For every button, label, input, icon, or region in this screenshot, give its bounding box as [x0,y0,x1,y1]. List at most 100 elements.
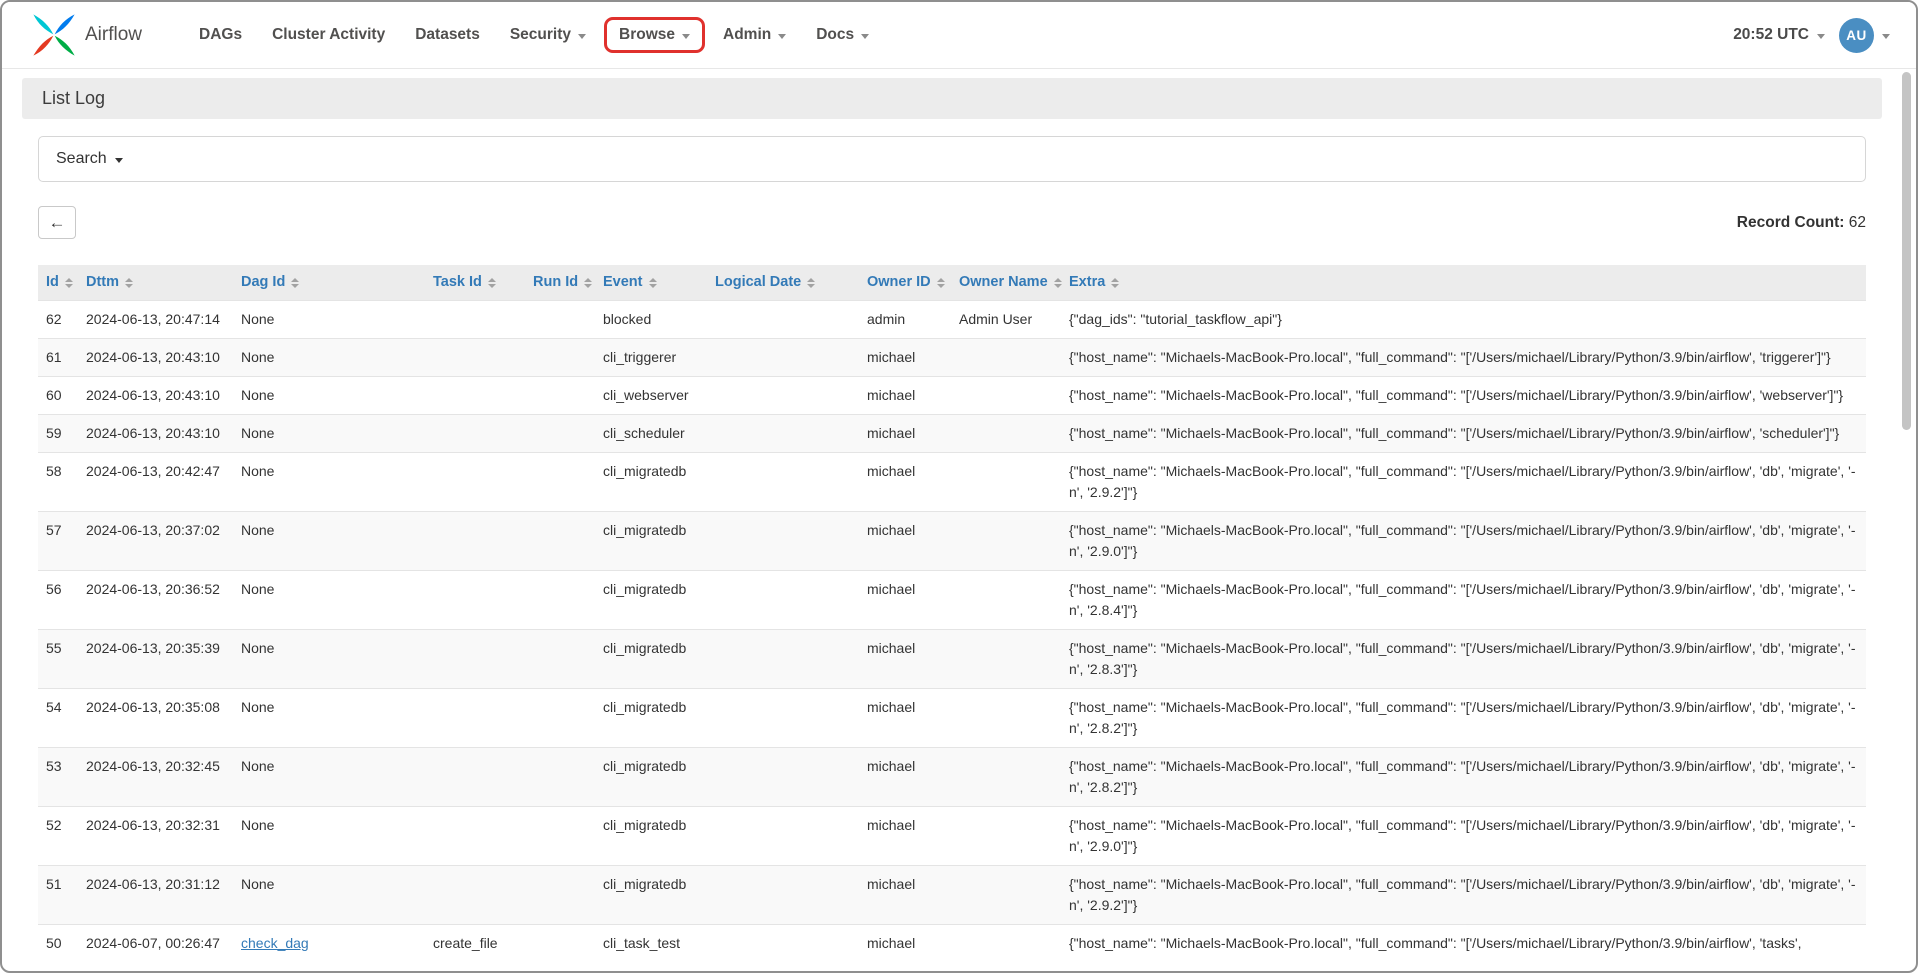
user-menu[interactable]: AU [1839,18,1890,53]
cell-extra: {"host_name": "Michaels-MacBook-Pro.loca… [1061,339,1866,377]
sort-icon[interactable] [1111,278,1119,288]
cell-run_id [525,339,595,377]
cell-dttm: 2024-06-13, 20:35:08 [78,689,233,748]
column-header-owner_name[interactable]: Owner Name [951,265,1061,301]
table-row: 592024-06-13, 20:43:10Nonecli_schedulerm… [38,415,1866,453]
table-row: 582024-06-13, 20:42:47Nonecli_migratedbm… [38,453,1866,512]
page-content: List Log Search ← Record Count: 62 [22,78,1882,962]
column-header-label: Logical Date [715,273,801,292]
cell-owner_id: michael [859,453,951,512]
cell-task_id [425,453,525,512]
nav-item-label: DAGs [199,26,242,44]
cell-dag_id: None [233,748,425,807]
nav-item-security[interactable]: Security [495,16,601,54]
table-row: 562024-06-13, 20:36:52Nonecli_migratedbm… [38,571,1866,630]
search-dropdown[interactable]: Search [38,136,1866,182]
cell-event: cli_migratedb [595,689,707,748]
cell-dttm: 2024-06-13, 20:42:47 [78,453,233,512]
column-header-label: Event [603,273,643,292]
nav-item-label: Docs [816,26,854,44]
cell-event: cli_migratedb [595,807,707,866]
nav-item-admin[interactable]: Admin [708,16,801,54]
sort-icon[interactable] [649,278,657,288]
cell-run_id [525,301,595,339]
cell-event: cli_migratedb [595,453,707,512]
cell-owner_id: michael [859,339,951,377]
scrollbar-thumb[interactable] [1902,72,1911,430]
column-header-run_id[interactable]: Run Id [525,265,595,301]
brand-home-link[interactable]: Airflow [32,13,142,57]
nav-item-label: Cluster Activity [272,26,385,44]
sort-icon[interactable] [937,278,945,288]
cell-dttm: 2024-06-13, 20:32:45 [78,748,233,807]
cell-id: 59 [38,415,78,453]
column-header-task_id[interactable]: Task Id [425,265,525,301]
cell-task_id [425,301,525,339]
sort-icon[interactable] [291,278,299,288]
column-header-extra[interactable]: Extra [1061,265,1866,301]
sort-icon[interactable] [488,278,496,288]
column-header-owner_id[interactable]: Owner ID [859,265,951,301]
cell-id: 57 [38,512,78,571]
table-row: 572024-06-13, 20:37:02Nonecli_migratedbm… [38,512,1866,571]
table-row: 502024-06-07, 00:26:47check_dagcreate_fi… [38,925,1866,963]
cell-event: cli_migratedb [595,630,707,689]
table-body: 622024-06-13, 20:47:14NoneblockedadminAd… [38,301,1866,963]
table-row: 622024-06-13, 20:47:14NoneblockedadminAd… [38,301,1866,339]
dag-id-link[interactable]: check_dag [241,935,309,951]
avatar: AU [1839,18,1874,53]
sort-icon[interactable] [807,278,815,288]
sort-icon[interactable] [125,278,133,288]
chevron-down-icon [682,34,690,39]
record-count-value: 62 [1849,214,1866,231]
cell-dag_id: None [233,415,425,453]
chevron-down-icon [1882,34,1890,39]
cell-id: 54 [38,689,78,748]
cell-owner_name [951,866,1061,925]
table-row: 522024-06-13, 20:32:31Nonecli_migratedbm… [38,807,1866,866]
cell-dag_id: None [233,571,425,630]
nav-item-docs[interactable]: Docs [801,16,884,54]
navbar: Airflow DAGs Cluster Activity DatasetsSecu… [2,2,1916,69]
column-header-dttm[interactable]: Dttm [78,265,233,301]
column-header-event[interactable]: Event [595,265,707,301]
nav-item-datasets[interactable]: Datasets [400,16,495,54]
cell-owner_id: michael [859,807,951,866]
nav-item-browse[interactable]: Browse [604,17,705,53]
column-header-label: Extra [1069,273,1105,292]
cell-id: 50 [38,925,78,963]
cell-logical_date [707,339,859,377]
column-header-logical_date[interactable]: Logical Date [707,265,859,301]
cell-id: 53 [38,748,78,807]
cell-owner_id: admin [859,301,951,339]
cell-task_id [425,571,525,630]
cell-owner_name [951,453,1061,512]
column-header-label: Dag Id [241,273,285,292]
nav-item-cluster-activity[interactable]: Cluster Activity [257,16,400,54]
cell-event: cli_migratedb [595,748,707,807]
cell-dag_id: None [233,689,425,748]
cell-dag_id: None [233,512,425,571]
cell-id: 61 [38,339,78,377]
record-count: Record Count: 62 [1737,214,1866,232]
cell-logical_date [707,301,859,339]
sort-icon[interactable] [1054,278,1062,288]
nav-item-dags[interactable]: DAGs [184,16,257,54]
column-header-dag_id[interactable]: Dag Id [233,265,425,301]
cell-task_id [425,339,525,377]
sort-icon[interactable] [65,278,73,288]
column-header-id[interactable]: Id [38,265,78,301]
cell-dag_id: None [233,453,425,512]
cell-extra: {"host_name": "Michaels-MacBook-Pro.loca… [1061,630,1866,689]
cell-event: cli_task_test [595,925,707,963]
cell-event: blocked [595,301,707,339]
record-count-label: Record Count: [1737,214,1845,231]
chevron-down-icon [778,34,786,39]
cell-task_id [425,630,525,689]
cell-event: cli_migratedb [595,512,707,571]
back-button[interactable]: ← [38,206,76,239]
cell-run_id [525,748,595,807]
sort-icon[interactable] [584,278,592,288]
clock-dropdown[interactable]: 20:52 UTC [1733,26,1825,44]
cell-id: 62 [38,301,78,339]
